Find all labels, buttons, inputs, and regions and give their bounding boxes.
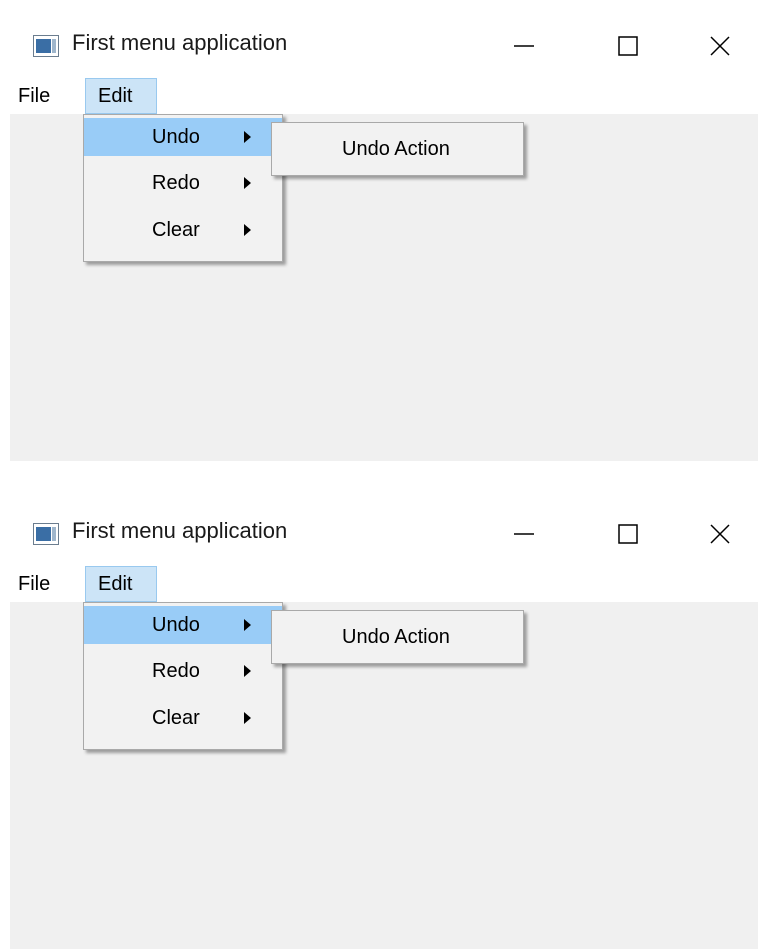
submenu-arrow-icon: [244, 712, 251, 724]
submenu-arrow-icon: [244, 224, 251, 236]
submenu-arrow-icon: [244, 131, 251, 143]
menu-item-label: Redo: [152, 172, 200, 194]
maximize-button[interactable]: [600, 512, 656, 556]
submenu-item-undo-action[interactable]: Undo Action: [342, 123, 450, 175]
edit-dropdown-menu: Undo Redo Clear: [83, 114, 283, 262]
app-window-icon: [33, 35, 59, 57]
menu-item-label: Clear: [152, 219, 200, 241]
menu-file[interactable]: File: [10, 566, 58, 602]
submenu-arrow-icon: [244, 665, 251, 677]
title-bar: First menu application: [0, 8, 758, 78]
menu-item-undo[interactable]: Undo: [84, 118, 282, 156]
minimize-button[interactable]: [496, 512, 552, 556]
menu-edit[interactable]: Edit: [85, 566, 157, 602]
screenshot-panel-bottom: First menu application File Edit Undo Re…: [0, 496, 758, 949]
close-button[interactable]: [692, 24, 748, 68]
submenu-arrow-icon: [244, 177, 251, 189]
maximize-button[interactable]: [600, 24, 656, 68]
minimize-icon: [514, 45, 534, 47]
window-title: First menu application: [72, 30, 288, 55]
edit-dropdown-menu: Undo Redo Clear: [83, 602, 283, 750]
minimize-button[interactable]: [496, 24, 552, 68]
submenu-arrow-icon: [244, 619, 251, 631]
menu-item-redo[interactable]: Redo: [84, 652, 282, 690]
close-icon: [710, 36, 730, 56]
submenu-item-undo-action[interactable]: Undo Action: [342, 611, 450, 663]
minimize-icon: [514, 533, 534, 535]
menu-edit[interactable]: Edit: [85, 78, 157, 114]
menu-item-label: Clear: [152, 707, 200, 729]
menu-file[interactable]: File: [10, 78, 58, 114]
menu-item-clear[interactable]: Clear: [84, 699, 282, 737]
screenshot-panel-top: First menu application File Edit Undo Re…: [0, 8, 758, 461]
menu-item-label: Redo: [152, 660, 200, 682]
menu-item-clear[interactable]: Clear: [84, 211, 282, 249]
menu-bar: File Edit: [10, 566, 758, 602]
maximize-icon: [618, 36, 638, 56]
menu-item-undo[interactable]: Undo: [84, 606, 282, 644]
undo-submenu: Undo Action: [271, 122, 524, 176]
window-title: First menu application: [72, 518, 288, 543]
menu-bar: File Edit: [10, 78, 758, 114]
app-window-icon: [33, 523, 59, 545]
close-button[interactable]: [692, 512, 748, 556]
maximize-icon: [618, 524, 638, 544]
menu-item-redo[interactable]: Redo: [84, 164, 282, 202]
menu-item-label: Undo: [152, 126, 200, 148]
menu-item-label: Undo: [152, 614, 200, 636]
title-bar: First menu application: [0, 496, 758, 566]
close-icon: [710, 524, 730, 544]
undo-submenu: Undo Action: [271, 610, 524, 664]
